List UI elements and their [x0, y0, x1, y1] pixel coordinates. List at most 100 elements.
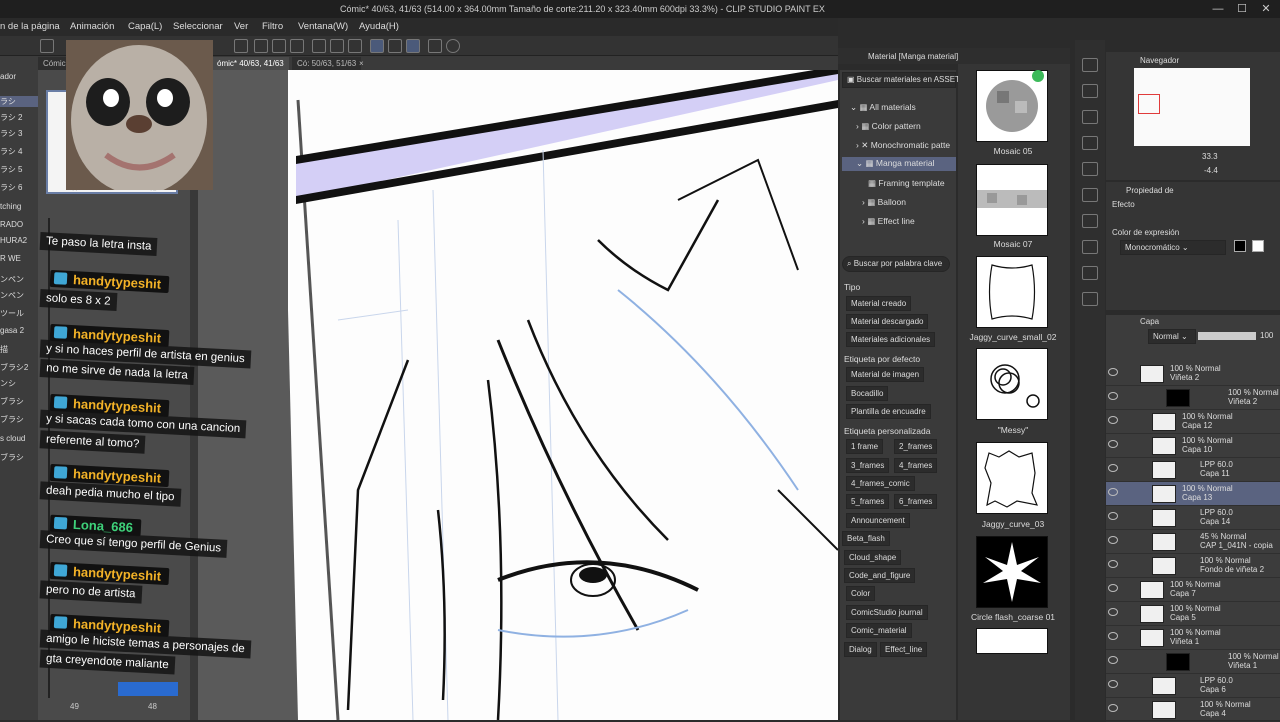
layer-row[interactable]: 100 % Normal Viñeta 1	[1106, 626, 1280, 650]
clear-icon[interactable]	[330, 39, 344, 53]
tab-comic-40[interactable]: ómic* 40/63, 41/63	[212, 57, 289, 70]
layer-row[interactable]: 100 % Normal Viñeta 1	[1106, 650, 1280, 674]
material-card[interactable]	[976, 628, 1048, 654]
menu-select[interactable]: Seleccionar	[173, 21, 223, 32]
panel-toggle-icon[interactable]	[1082, 292, 1098, 306]
tag-button[interactable]: 5_frames	[846, 494, 890, 509]
tree-item-balloon[interactable]: › ▦ Balloon	[862, 197, 906, 208]
tag-button[interactable]: Materiales adicionales	[846, 332, 936, 347]
tag-button[interactable]: Material creado	[846, 296, 912, 311]
material-card[interactable]	[976, 256, 1048, 328]
material-card[interactable]	[976, 536, 1048, 608]
eye-icon[interactable]	[1108, 536, 1118, 544]
subtool-label[interactable]: RADO	[0, 220, 38, 229]
layer-row[interactable]: 100 % Normal Capa 12	[1106, 410, 1280, 434]
subtool-label[interactable]: ンシ	[0, 378, 38, 389]
eye-icon[interactable]	[1108, 584, 1118, 592]
tag-button[interactable]: Comic_material	[846, 623, 912, 638]
layer-row[interactable]: LPP 60.0 Capa 6	[1106, 674, 1280, 698]
eye-icon[interactable]	[1108, 680, 1118, 688]
tag-button[interactable]: ComicStudio journal	[846, 605, 928, 620]
material-card[interactable]	[976, 348, 1048, 420]
tag-button[interactable]: Beta_flash	[842, 531, 890, 546]
subtool-label[interactable]: gasa 2	[0, 326, 38, 335]
subtool-label[interactable]: ブラシ2	[0, 362, 38, 373]
deselect-icon[interactable]	[254, 39, 268, 53]
settings-icon[interactable]	[428, 39, 442, 53]
layer-row[interactable]: LPP 60.0 Capa 14	[1106, 506, 1280, 530]
layer-row[interactable]: LPP 60.0 Capa 11	[1106, 458, 1280, 482]
tree-item-monochromatic[interactable]: › ✕ Monochromatic patte	[856, 140, 950, 151]
eye-icon[interactable]	[1108, 392, 1118, 400]
panel-toggle-icon[interactable]	[1082, 188, 1098, 202]
layer-row[interactable]: 45 % Normal CAP 1_041N - copia	[1106, 530, 1280, 554]
zoom-value[interactable]: 33.3	[1202, 152, 1218, 161]
panel-toggle-icon[interactable]	[1082, 240, 1098, 254]
layer-row[interactable]: 100 % Normal Viñeta 2	[1106, 386, 1280, 410]
canvas-area[interactable]	[198, 70, 838, 720]
layer-row[interactable]: 100 % Normal Capa 5	[1106, 602, 1280, 626]
panel-toggle-icon[interactable]	[1082, 214, 1098, 228]
panel-toggle-icon[interactable]	[1082, 110, 1098, 124]
subtool-label[interactable]: ラシ 5	[0, 164, 38, 175]
subtool-label[interactable]: ブラシ	[0, 414, 38, 425]
tag-button[interactable]: Announcement	[846, 513, 910, 528]
main-color-swatch[interactable]	[1234, 240, 1246, 252]
subtool-label[interactable]: HURA2	[0, 236, 38, 245]
cloud-download-icon[interactable]	[1032, 70, 1044, 82]
select-all-icon[interactable]	[234, 39, 248, 53]
subtool-label[interactable]: ラシ 3	[0, 128, 38, 139]
subtool-label[interactable]: ブラシ	[0, 452, 38, 463]
layer-row[interactable]: 100 % Normal Capa 10	[1106, 434, 1280, 458]
menu-window[interactable]: Ventana(W)	[298, 21, 348, 32]
tree-item-manga-material[interactable]: ⌄ ▦ Manga material	[842, 157, 956, 171]
tag-button[interactable]: 4_frames_comic	[846, 476, 915, 491]
subtool-label[interactable]: R WE	[0, 254, 38, 263]
panel-toggle-icon[interactable]	[1082, 266, 1098, 280]
subtool-label[interactable]: s cloud	[0, 434, 38, 443]
menu-animation[interactable]: Animación	[70, 21, 114, 32]
tag-button[interactable]: 6_frames	[894, 494, 938, 509]
eye-icon[interactable]	[1108, 608, 1118, 616]
help-icon[interactable]	[446, 39, 460, 53]
tag-button[interactable]: Dialog	[844, 642, 877, 657]
ruler-snap-icon[interactable]	[370, 39, 384, 53]
tree-item-framing-template[interactable]: ▦ Framing template	[868, 178, 945, 189]
layer-row[interactable]: 100 % Normal Fondo de viñeta 2	[1106, 554, 1280, 578]
tag-button[interactable]: Code_and_figure	[844, 568, 916, 583]
eye-icon[interactable]	[1108, 656, 1118, 664]
tag-button[interactable]: Effect_line	[880, 642, 928, 657]
panel-toggle-icon[interactable]	[1082, 162, 1098, 176]
material-card[interactable]	[976, 442, 1048, 514]
blend-mode-select[interactable]: Normal ⌄	[1148, 329, 1196, 344]
eye-icon[interactable]	[1108, 632, 1118, 640]
eye-icon[interactable]	[1108, 440, 1118, 448]
subtool-label[interactable]: ンペン	[0, 274, 38, 285]
hamburger-icon[interactable]	[40, 39, 54, 53]
tab-comic-50[interactable]: Có: 50/63, 51/63	[292, 57, 362, 70]
transform-icon[interactable]	[290, 39, 304, 53]
tag-button[interactable]: 2_frames	[894, 439, 938, 454]
tag-button[interactable]: Material de imagen	[846, 367, 925, 382]
tree-item-color-pattern[interactable]: › ▦ Color pattern	[856, 121, 921, 132]
panel-toggle-icon[interactable]	[1082, 84, 1098, 98]
subtool-label[interactable]: ラシ	[0, 96, 38, 107]
subtool-label[interactable]: ラシ 6	[0, 182, 38, 193]
subtool-label[interactable]: ンペン	[0, 290, 38, 301]
navigator-viewport[interactable]	[1138, 94, 1160, 114]
eye-icon[interactable]	[1108, 560, 1118, 568]
panel-toggle-icon[interactable]	[1082, 136, 1098, 150]
opacity-value[interactable]: 100	[1260, 331, 1273, 340]
subtool-label[interactable]: 描	[0, 344, 38, 355]
crop-icon[interactable]	[312, 39, 326, 53]
expression-color-select[interactable]: Monocromático ⌄	[1120, 240, 1226, 255]
menu-layer[interactable]: Capa(L)	[128, 21, 162, 32]
eye-icon[interactable]	[1108, 416, 1118, 424]
subtool-label[interactable]: tching	[0, 202, 38, 211]
eye-icon[interactable]	[1108, 512, 1118, 520]
subtool-label[interactable]: ラシ 2	[0, 112, 38, 123]
tree-item-effect-line[interactable]: › ▦ Effect line	[862, 216, 915, 227]
opacity-slider[interactable]	[1198, 332, 1256, 340]
subtool-label[interactable]: ador	[0, 72, 38, 81]
layer-row[interactable]: 100 % Normal Viñeta 2	[1106, 362, 1280, 386]
